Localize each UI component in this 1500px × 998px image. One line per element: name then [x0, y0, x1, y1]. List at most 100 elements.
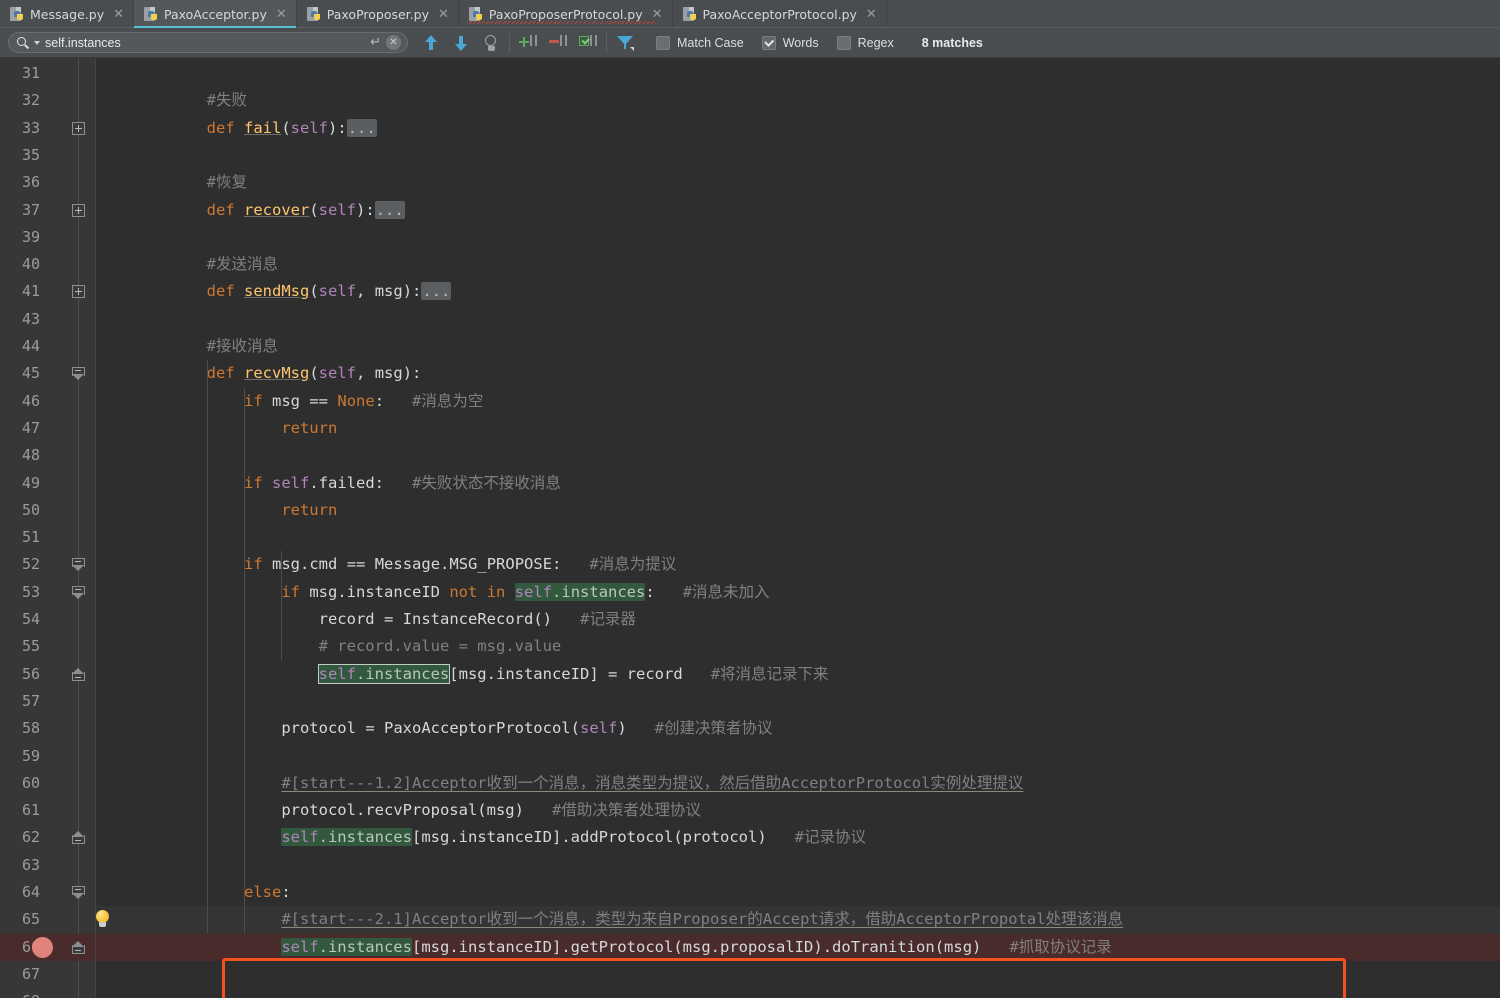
find-in-path-button[interactable] [476, 29, 506, 57]
code-line[interactable]: def sendMsg(self, msg):... [96, 278, 1500, 305]
fold-region-end-icon[interactable] [71, 940, 85, 954]
code-line[interactable] [96, 961, 1500, 988]
fold-collapse-icon[interactable] [71, 585, 85, 599]
line-number: 44 [21, 337, 40, 355]
close-icon[interactable]: ✕ [652, 8, 663, 21]
line-number: 41 [21, 282, 40, 301]
code-line[interactable]: self.instances[msg.instanceID].addProtoc… [96, 824, 1500, 851]
line-number: 54 [21, 610, 40, 628]
fold-region-end-icon[interactable] [71, 831, 85, 845]
fold-expand-icon[interactable] [72, 285, 85, 299]
clear-search-icon[interactable]: ✕ [386, 35, 401, 50]
find-next-button[interactable] [446, 29, 476, 57]
code-line[interactable] [96, 306, 1500, 333]
fold-expand-icon[interactable] [72, 121, 85, 135]
code-line[interactable]: #接收消息 [96, 333, 1500, 360]
code-line[interactable] [96, 988, 1500, 998]
code-line[interactable]: # record.value = msg.value [96, 633, 1500, 660]
search-match: self.instances [281, 828, 412, 847]
close-icon[interactable]: ✕ [866, 8, 877, 21]
close-icon[interactable]: ✕ [113, 8, 124, 21]
code-line[interactable]: #[start---1.2]Acceptor收到一个消息，消息类型为提议，然后借… [96, 770, 1500, 797]
code-line[interactable] [96, 524, 1500, 551]
indent-guide [243, 387, 245, 934]
python-file-icon [306, 6, 321, 22]
add-selection-button[interactable] [513, 29, 543, 57]
code-line[interactable]: self.instances[msg.instanceID] = record … [96, 661, 1500, 688]
code-line[interactable]: record = InstanceRecord() #记录器 [96, 606, 1500, 633]
code-line[interactable] [96, 60, 1500, 87]
line-number: 52 [21, 555, 40, 574]
line-number: 48 [21, 446, 40, 465]
code-line[interactable]: #失败 [96, 87, 1500, 114]
breakpoint-icon[interactable] [32, 936, 53, 958]
search-history-chevron-down-icon[interactable] [34, 40, 40, 45]
code-line[interactable]: #发送消息 [96, 251, 1500, 278]
line-number: 59 [21, 746, 40, 765]
code-line[interactable]: #恢复 [96, 169, 1500, 196]
code-line[interactable]: if msg.cmd == Message.MSG_PROPOSE: #消息为提… [96, 551, 1500, 578]
code-line[interactable]: if msg.instanceID not in self.instances:… [96, 579, 1500, 606]
search-icon [17, 36, 29, 49]
remove-selection-button[interactable] [543, 29, 573, 57]
code-line[interactable] [96, 142, 1500, 169]
code-line[interactable] [96, 442, 1500, 469]
close-icon[interactable]: ✕ [438, 8, 449, 21]
filter-button[interactable] [610, 29, 640, 57]
code-line[interactable]: if self.failed: #失败状态不接收消息 [96, 470, 1500, 497]
editor-tab-message-py[interactable]: Message.py ✕ [0, 0, 134, 28]
code-line[interactable]: else: [96, 879, 1500, 906]
words-option[interactable]: Words [761, 35, 819, 50]
line-number: 53 [21, 582, 40, 601]
fold-region-end-icon[interactable] [71, 667, 85, 681]
editor-tab-paxoacceptorprotocol-py[interactable]: PaxoAcceptorProtocol.py ✕ [673, 0, 887, 28]
line-number: 35 [21, 145, 40, 164]
match-case-checkbox[interactable] [656, 35, 670, 50]
editor-tab-paxoproposerprotocol-py[interactable]: PaxoProposerProtocol.py ✕ [459, 0, 673, 28]
code-line[interactable]: protocol.recvProposal(msg) #借助决策者处理协议 [96, 797, 1500, 824]
code-line[interactable]: protocol = PaxoAcceptorProtocol(self) #创… [96, 715, 1500, 742]
code-line[interactable] [96, 852, 1500, 879]
arrow-up-icon [424, 34, 438, 51]
fold-expand-icon[interactable] [72, 203, 85, 217]
code-line[interactable]: self.instances[msg.instanceID].getProtoc… [96, 934, 1500, 961]
select-all-occurrences-button[interactable] [573, 29, 603, 57]
editor-tab-paxoacceptor-py[interactable]: PaxoAcceptor.py ✕ [134, 0, 297, 28]
code-line[interactable]: return [96, 497, 1500, 524]
code-editor[interactable]: 31 32 33 35 36 37 39 40 41 43 44 45 46 47 48 49 50 51 52 53… [0, 58, 1500, 998]
code-line[interactable]: def recover(self):... [96, 197, 1500, 224]
match-case-option[interactable]: Match Case [656, 35, 744, 50]
regex-checkbox[interactable] [836, 35, 851, 50]
editor-gutter[interactable]: 31 32 33 35 36 37 39 40 41 43 44 45 46 47 48 49 50 51 52 53… [0, 58, 96, 998]
search-match: self.instances [514, 582, 646, 601]
arrow-down-icon [454, 35, 468, 51]
close-icon[interactable]: ✕ [276, 8, 287, 21]
code-line[interactable] [96, 224, 1500, 251]
search-input[interactable]: self.instances ↵ ✕ [8, 32, 408, 53]
code-line[interactable]: if msg == None: #消息为空 [96, 388, 1500, 415]
regex-option[interactable]: Regex [836, 35, 894, 50]
line-number: 43 [21, 309, 40, 328]
find-previous-button[interactable] [416, 29, 446, 57]
words-checkbox[interactable] [761, 35, 776, 50]
line-number: 55 [21, 637, 40, 656]
fold-collapse-icon[interactable] [71, 367, 85, 381]
code-line[interactable] [96, 743, 1500, 770]
line-number: 33 [21, 118, 40, 137]
search-match: self.instances [281, 937, 412, 956]
match-case-label: Match Case [677, 35, 744, 50]
code-line[interactable]: #[start---2.1]Acceptor收到一个消息，类型为来自Propos… [96, 906, 1500, 933]
funnel-icon [617, 35, 634, 51]
code-line[interactable]: def fail(self):... [96, 115, 1500, 142]
code-line[interactable]: def recvMsg(self, msg): [96, 360, 1500, 387]
fold-collapse-icon[interactable] [71, 558, 85, 572]
enter-key-icon[interactable]: ↵ [370, 35, 381, 50]
code-line[interactable]: return [96, 415, 1500, 442]
editor-tab-paxoproposer-py[interactable]: PaxoProposer.py ✕ [297, 0, 459, 28]
fold-collapse-icon[interactable] [71, 886, 85, 899]
intention-bulb-icon[interactable] [94, 910, 111, 930]
code-area[interactable]: #失败 def fail(self):... #恢复 def recover(s… [96, 58, 1500, 998]
code-line[interactable] [96, 688, 1500, 715]
line-number: 64 [21, 883, 40, 901]
line-number: 39 [21, 227, 40, 246]
